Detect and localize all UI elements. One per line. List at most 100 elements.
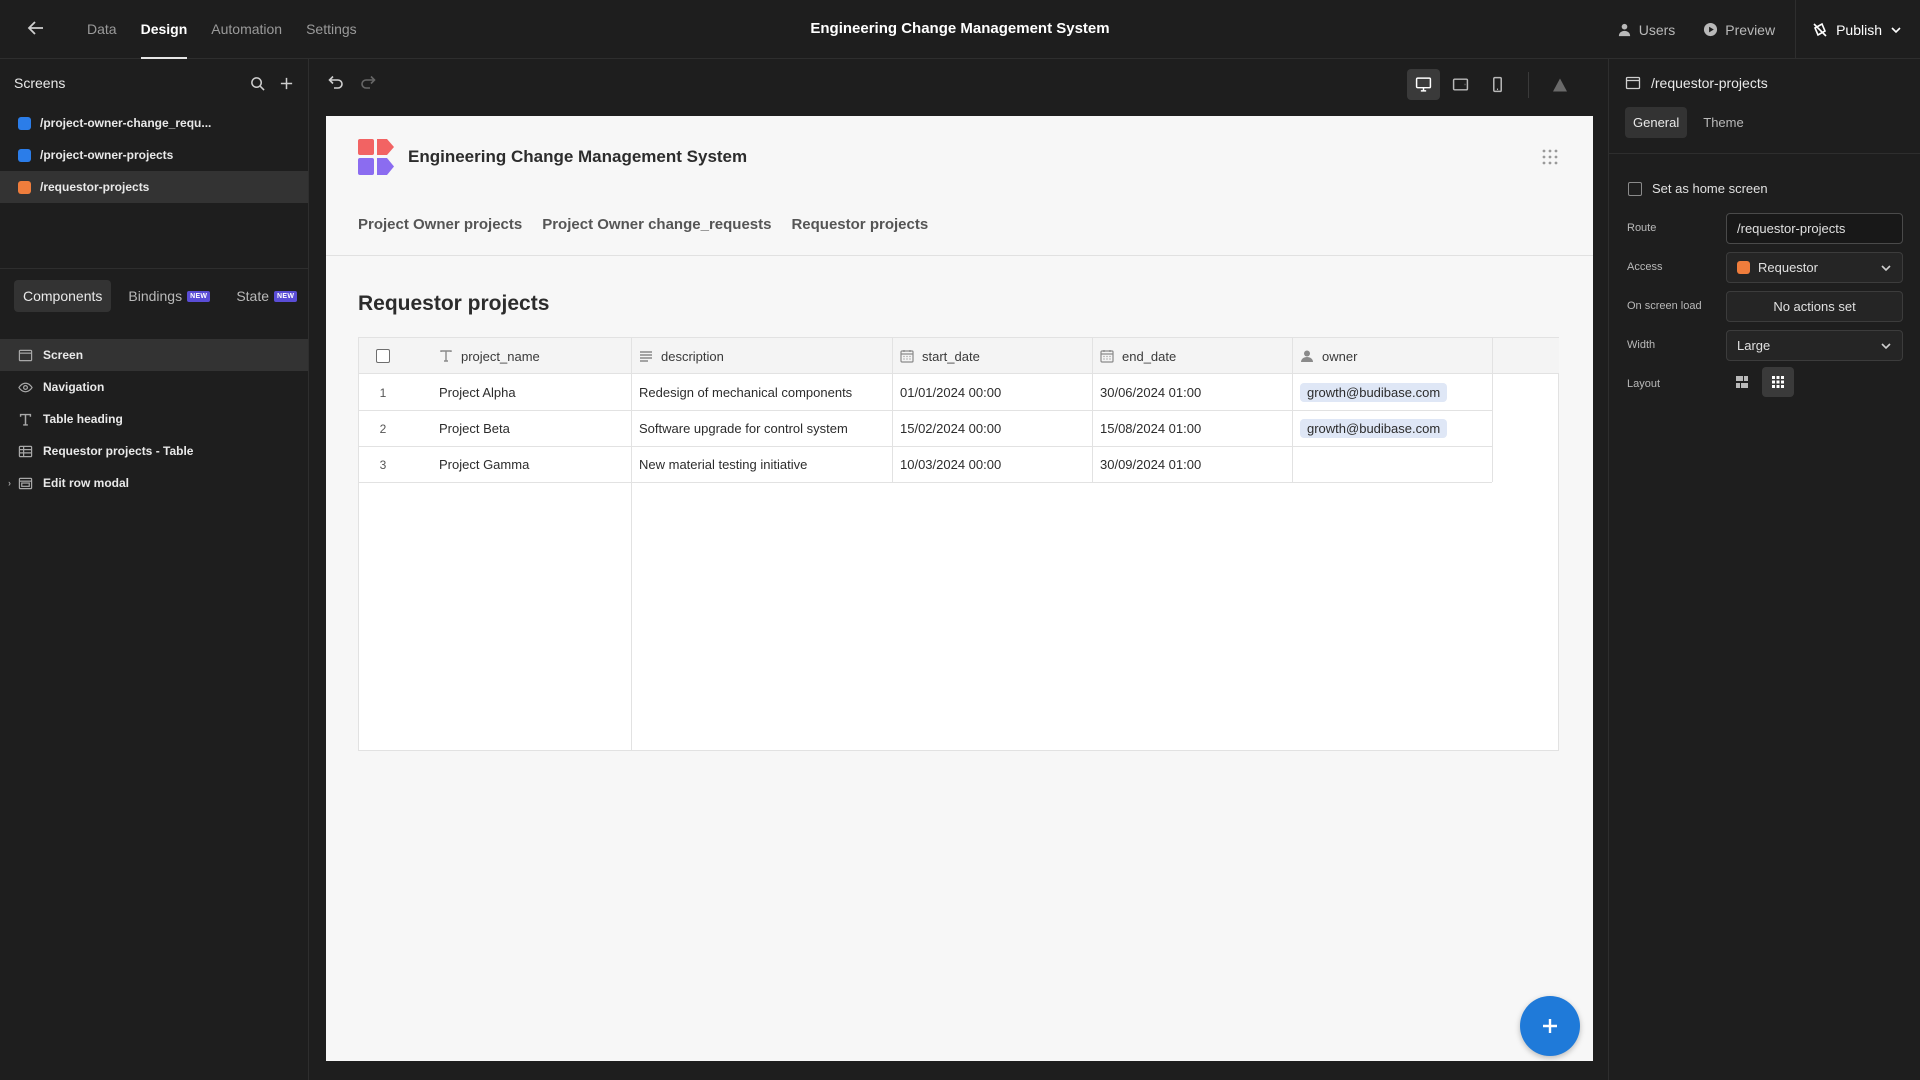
cell-end-date[interactable]: 15/08/2024 01:00	[1092, 411, 1292, 446]
cell-description[interactable]: Software upgrade for control system	[631, 411, 892, 446]
column-header-start-date[interactable]: start_date	[892, 338, 1092, 374]
divider	[1528, 71, 1529, 98]
cell-end-date[interactable]: 30/06/2024 01:00	[1092, 375, 1292, 410]
mobile-view-button[interactable]	[1481, 69, 1514, 100]
grid-menu-icon[interactable]	[1542, 149, 1558, 165]
cell-project-name[interactable]: Project Beta	[431, 411, 631, 446]
screen-color-swatch	[18, 180, 31, 194]
add-screen-icon[interactable]	[279, 76, 294, 91]
tree-item-label: Navigation	[43, 380, 105, 394]
preview-button[interactable]: Preview	[1689, 22, 1789, 38]
tab-components[interactable]: Components	[14, 280, 112, 312]
plus-icon	[1543, 1019, 1557, 1033]
access-value: Requestor	[1758, 260, 1818, 275]
warning-button[interactable]	[1543, 69, 1576, 100]
cell-project-name[interactable]: Project Alpha	[431, 375, 631, 410]
play-icon	[1704, 22, 1718, 37]
layout-mixed-button[interactable]	[1726, 367, 1758, 397]
nav-link-project-owner-projects[interactable]: Project Owner projects	[358, 216, 522, 233]
cell-description[interactable]: New material testing initiative	[631, 447, 892, 482]
width-value: Large	[1737, 338, 1771, 353]
top-actions: Users Preview Publish	[1603, 0, 1920, 59]
tree-item-edit-row-modal[interactable]: › Edit row modal	[0, 467, 308, 499]
screen-item-label: /project-owner-change_requ...	[40, 116, 212, 130]
layout-mixed-icon	[1736, 376, 1748, 388]
cell-start-date[interactable]: 10/03/2024 00:00	[892, 447, 1092, 482]
screen-color-swatch	[18, 116, 31, 130]
cell-owner[interactable]: growth@budibase.com	[1292, 411, 1492, 446]
screen-item-label: /requestor-projects	[40, 180, 150, 194]
chevron-down-icon	[1891, 26, 1901, 33]
tab-automation[interactable]: Automation	[199, 0, 294, 59]
component-tree: Screen Navigation Table heading Requesto…	[0, 339, 308, 499]
screen-item-requestor-projects[interactable]: /requestor-projects	[0, 171, 308, 203]
column-header-owner[interactable]: owner	[1292, 338, 1492, 374]
publish-button[interactable]: Publish	[1795, 0, 1920, 59]
select-all-checkbox[interactable]	[376, 349, 390, 363]
screen-item-project-owner-change-requests[interactable]: /project-owner-change_requ...	[0, 107, 308, 139]
cell-project-name[interactable]: Project Gamma	[431, 447, 631, 482]
access-select[interactable]: Requestor	[1726, 252, 1903, 283]
cell-start-date[interactable]: 15/02/2024 00:00	[892, 411, 1092, 446]
calendar-icon	[1100, 350, 1114, 363]
column-header-description[interactable]: description	[631, 338, 892, 374]
undo-icon[interactable]	[326, 73, 344, 91]
width-select[interactable]: Large	[1726, 330, 1903, 361]
cell-owner[interactable]: growth@budibase.com	[1292, 375, 1492, 410]
on-screen-load-button[interactable]: No actions set	[1726, 291, 1903, 322]
cell-owner[interactable]	[1292, 447, 1492, 482]
tab-theme[interactable]: Theme	[1695, 107, 1751, 138]
row-divider	[359, 482, 1492, 483]
cell-end-date[interactable]: 30/09/2024 01:00	[1092, 447, 1292, 482]
back-arrow-icon[interactable]	[26, 18, 50, 40]
add-row-button[interactable]	[1520, 996, 1580, 1056]
users-label: Users	[1638, 21, 1676, 38]
nav-link-requestor-projects[interactable]: Requestor projects	[791, 216, 928, 233]
app-header: Engineering Change Management System Pro…	[326, 116, 1593, 256]
tablet-view-button[interactable]	[1444, 69, 1477, 100]
mobile-icon	[1493, 76, 1502, 93]
redo-icon[interactable]	[360, 73, 378, 91]
home-screen-option[interactable]: Set as home screen	[1628, 181, 1768, 196]
column-header-end-date[interactable]: end_date	[1092, 338, 1292, 374]
column-header-label: owner	[1322, 348, 1358, 364]
screen-color-swatch	[18, 148, 31, 162]
component-tabs: Components Bindings NEW State NEW	[14, 280, 306, 312]
tab-data[interactable]: Data	[75, 0, 129, 59]
search-icon[interactable]	[250, 76, 265, 91]
route-input[interactable]: /requestor-projects	[1726, 213, 1903, 244]
tree-item-label: Requestor projects - Table	[43, 444, 194, 458]
requestor-projects-table: project_name description start_date end_…	[358, 337, 1559, 751]
tree-item-navigation[interactable]: Navigation	[0, 371, 308, 403]
layout-grid-button[interactable]	[1762, 367, 1794, 397]
column-header-project-name[interactable]: project_name	[431, 338, 631, 374]
tree-item-requestor-projects-table[interactable]: Requestor projects - Table	[0, 435, 308, 467]
tab-bindings[interactable]: Bindings NEW	[119, 280, 219, 312]
row-index: 2	[379, 421, 387, 436]
access-color-swatch	[1737, 261, 1750, 274]
tab-design[interactable]: Design	[129, 0, 200, 59]
desktop-view-button[interactable]	[1407, 69, 1440, 100]
tree-item-screen[interactable]: Screen	[0, 339, 308, 371]
chevron-right-icon[interactable]: ›	[8, 478, 11, 488]
column-header-label: description	[661, 348, 724, 364]
cell-description[interactable]: Redesign of mechanical components	[631, 375, 892, 410]
properties-panel: /requestor-projects General Theme Set as…	[1608, 59, 1920, 1080]
nav-link-project-owner-change-requests[interactable]: Project Owner change_requests	[542, 216, 771, 233]
home-screen-checkbox[interactable]	[1628, 181, 1642, 196]
tree-item-table-heading[interactable]: Table heading	[0, 403, 308, 435]
tab-state[interactable]: State NEW	[227, 280, 306, 312]
tab-general[interactable]: General	[1625, 107, 1688, 138]
route-label: Route	[1627, 222, 1657, 234]
user-icon	[1301, 350, 1313, 362]
select-all-checkbox-cell	[359, 338, 407, 374]
users-button[interactable]: Users	[1603, 22, 1690, 38]
cell-start-date[interactable]: 01/01/2024 00:00	[892, 375, 1092, 410]
canvas-app-title: Engineering Change Management System	[408, 147, 748, 166]
tab-settings[interactable]: Settings	[294, 0, 369, 59]
layout-label: Layout	[1627, 378, 1661, 390]
canvas-toolbar	[310, 59, 1608, 109]
preview-canvas[interactable]: Engineering Change Management System Pro…	[326, 116, 1593, 1061]
screen-item-project-owner-projects[interactable]: /project-owner-projects	[0, 139, 308, 171]
eye-icon	[18, 382, 33, 392]
